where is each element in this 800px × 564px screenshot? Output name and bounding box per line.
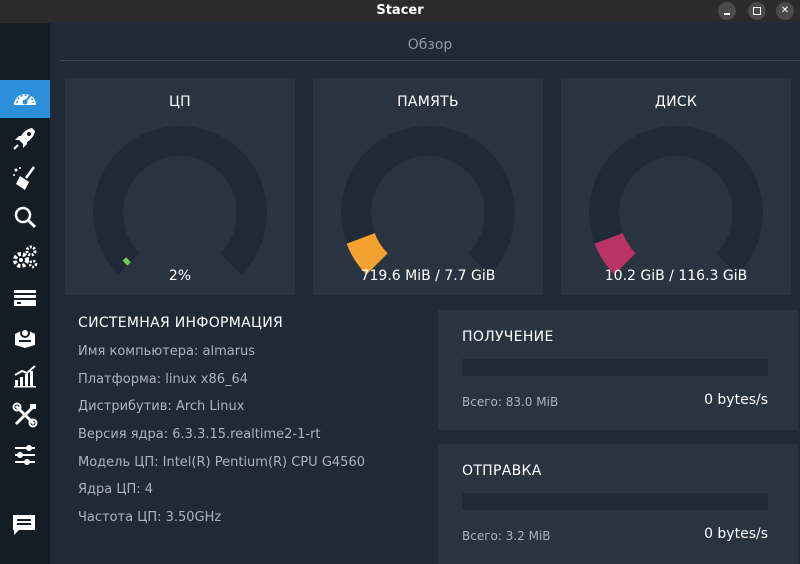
tools-icon: [12, 402, 38, 428]
upload-title: ОТПРАВКА: [462, 463, 542, 479]
sidebar-item-uninstaller[interactable]: [0, 317, 50, 355]
gauge-fill: [594, 232, 637, 275]
cpu-card: ЦП 2%: [65, 78, 295, 295]
tab-overview[interactable]: Обзор: [60, 37, 800, 53]
download-chart: [462, 359, 768, 376]
system-info-heading: СИСТЕМНАЯ ИНФОРМАЦИЯ: [78, 315, 284, 331]
window-title: Stacer: [376, 3, 424, 18]
stack-icon: [14, 290, 36, 306]
disk-value: 10.2 GiB / 116.3 GiB: [604, 268, 748, 284]
system-info: СИСТЕМНАЯ ИНФОРМАЦИЯ Имя компьютера: alm…: [78, 315, 438, 538]
sidebar-item-resources[interactable]: [0, 357, 50, 395]
memory-title: ПАМЯТЬ: [397, 94, 459, 110]
sysinfo-cpu-model: Модель ЦП: Intel(R) Pentium(R) CPU G4560: [78, 454, 365, 470]
package-icon: [15, 328, 35, 348]
upload-rate: 0 bytes/s: [704, 526, 768, 542]
sidebar-item-processes[interactable]: [0, 278, 50, 316]
close-button[interactable]: ✕: [776, 2, 794, 20]
sidebar: [0, 23, 50, 564]
memory-value: 719.6 MiB / 7.7 GiB: [360, 268, 496, 284]
sidebar-item-helpers[interactable]: [0, 396, 50, 434]
chat-icon[interactable]: [11, 512, 37, 538]
sidebar-item-services[interactable]: [0, 238, 50, 276]
download-total: Всего: 83.0 MiB: [462, 395, 559, 409]
minimize-button[interactable]: [718, 2, 736, 20]
main-panel: Обзор ЦП 2% ПАМЯТЬ 719.6 MiB / 7.7 GiB Д…: [50, 23, 800, 564]
tab-bar: Обзор: [60, 31, 800, 61]
upload-total: Всего: 3.2 MiB: [462, 529, 551, 543]
sidebar-item-settings[interactable]: [0, 436, 50, 474]
gauge-track: [93, 126, 267, 275]
download-card: ПОЛУЧЕНИЕ Всего: 83.0 MiB 0 bytes/s: [438, 310, 798, 430]
disk-title: ДИСК: [654, 94, 698, 110]
broom-icon: [13, 166, 36, 190]
title-bar: Stacer ✕: [0, 0, 800, 23]
cpu-value: 2%: [168, 268, 192, 284]
sysinfo-cpu-speed: Частота ЦП: 3.50GHz: [78, 510, 222, 526]
sidebar-item-dashboard[interactable]: [0, 80, 50, 118]
download-title: ПОЛУЧЕНИЕ: [462, 329, 554, 345]
upload-chart: [462, 493, 768, 510]
cpu-title: ЦП: [169, 94, 191, 110]
sidebar-item-startup[interactable]: [0, 119, 50, 157]
speedometer-icon: [14, 94, 36, 105]
gauge-fill: [122, 257, 131, 266]
maximize-button[interactable]: [748, 2, 766, 20]
upload-card: ОТПРАВКА Всего: 3.2 MiB 0 bytes/s: [438, 444, 798, 564]
bar-chart-icon: [14, 365, 36, 388]
sysinfo-hostname: Имя компьютера: almarus: [78, 344, 256, 359]
sysinfo-cpu-cores: Ядра ЦП: 4: [78, 482, 154, 498]
magnifier-icon: [14, 206, 37, 229]
memory-card: ПАМЯТЬ 719.6 MiB / 7.7 GiB: [313, 78, 543, 295]
sysinfo-distribution: Дистрибутив: Arch Linux: [78, 399, 245, 415]
gears-icon: [13, 245, 38, 269]
sidebar-item-search[interactable]: [0, 198, 50, 236]
download-rate: 0 bytes/s: [704, 392, 768, 408]
sysinfo-platform: Платформа: linux x86_64: [78, 371, 249, 387]
sidebar-item-cleaner[interactable]: [0, 159, 50, 197]
sysinfo-kernel: Версия ядра: 6.3.3.15.realtime2-1-rt: [78, 427, 321, 443]
gauge-fill: [346, 232, 389, 275]
sliders-icon: [15, 445, 35, 465]
disk-card: ДИСК 10.2 GiB / 116.3 GiB: [561, 78, 791, 295]
rocket-icon: [13, 128, 35, 150]
